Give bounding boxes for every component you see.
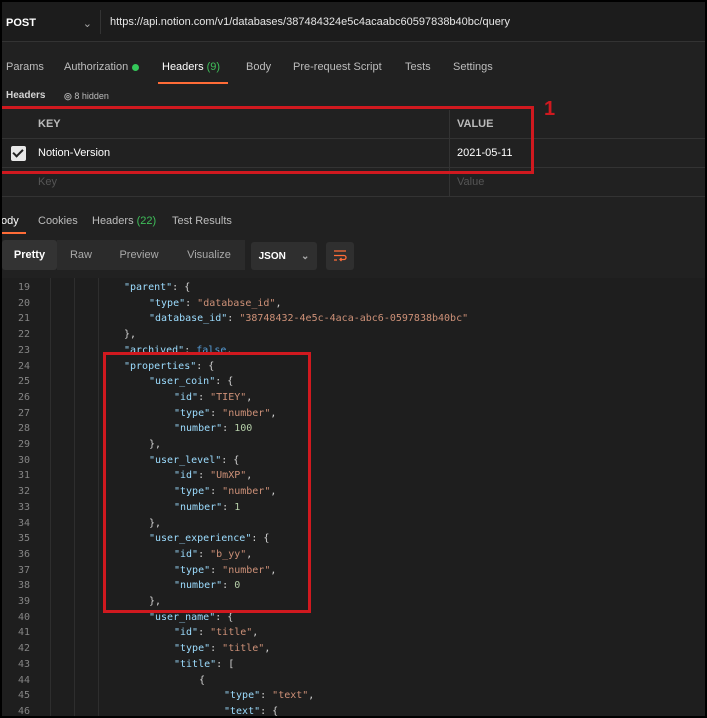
line-number: 28 — [17, 423, 30, 435]
line-number: 41 — [17, 627, 30, 639]
line-number: 19 — [17, 282, 30, 293]
headers-section-label: Headers — [6, 90, 46, 101]
line-number: 32 — [17, 486, 30, 498]
code-text: "type": "text", — [224, 690, 315, 702]
headers-subheader: Headers ◎ 8 hidden — [2, 88, 705, 106]
tab-response-headers[interactable]: Headers (22) — [92, 215, 156, 227]
code-text: "title": [ — [174, 658, 235, 670]
line-number: 40 — [17, 611, 30, 623]
wrap-lines-button[interactable] — [326, 242, 354, 270]
tab-settings[interactable]: Settings — [453, 61, 493, 73]
line-number: 23 — [17, 344, 30, 356]
line-number: 27 — [17, 407, 30, 419]
line-number: 45 — [17, 690, 30, 702]
annotation-box-headers — [2, 106, 534, 174]
line-number: 25 — [17, 376, 30, 388]
visualize-button[interactable]: Visualize — [173, 240, 245, 270]
pretty-button[interactable]: Pretty — [2, 240, 57, 270]
code-line: 40 "user_name": { — [2, 611, 705, 628]
tab-cookies[interactable]: Cookies — [38, 215, 78, 227]
tab-test-results[interactable]: Test Results — [172, 215, 232, 227]
line-number: 26 — [17, 391, 30, 403]
code-line: 41 "id": "title", — [2, 627, 705, 643]
status-dot-icon — [132, 63, 140, 71]
line-number: 37 — [17, 564, 30, 576]
method-label: POST — [6, 17, 36, 29]
code-text: }, — [124, 329, 137, 341]
request-bar: POST ⌄ https://api.notion.com/v1/databas… — [2, 2, 705, 42]
code-line: 44 { — [2, 674, 705, 691]
format-label: JSON — [258, 250, 286, 262]
code-line: 43 "title": [ — [2, 658, 705, 675]
line-number: 31 — [17, 470, 30, 482]
hidden-headers-toggle[interactable]: ◎ 8 hidden — [64, 91, 109, 102]
tab-pre-request-script[interactable]: Pre-request Script — [293, 61, 382, 73]
tab-headers[interactable]: Headers (9) — [162, 61, 220, 73]
tab-params[interactable]: Params — [6, 61, 44, 73]
request-tabs: Params Authorization Headers (9) Body Pr… — [2, 52, 705, 82]
chevron-down-icon: ⌄ — [82, 17, 92, 30]
code-line: 19 "parent": { — [2, 282, 705, 298]
code-text: "parent": { — [124, 282, 191, 293]
format-select[interactable]: JSON ⌄ — [251, 242, 317, 270]
code-text: "id": "title", — [174, 627, 259, 639]
code-line: 20 "type": "database_id", — [2, 297, 705, 314]
code-text: "database_id": "38748432-4e5c-4aca-abc6-… — [149, 313, 469, 325]
divider — [100, 10, 101, 34]
annotation-number: 1 — [544, 98, 556, 120]
code-text: "user_name": { — [149, 611, 234, 623]
tab-authorization[interactable]: Authorization — [64, 61, 140, 73]
code-text: "text": { — [224, 705, 279, 717]
code-line: 22}, — [2, 329, 705, 345]
line-number: 30 — [17, 454, 30, 466]
line-number: 34 — [17, 517, 30, 529]
code-text: { — [199, 674, 206, 686]
line-number: 21 — [17, 313, 30, 325]
code-line: 45 "type": "text", — [2, 690, 705, 706]
preview-button[interactable]: Preview — [105, 240, 173, 270]
chevron-down-icon: ⌄ — [301, 250, 310, 262]
response-tabs: ody Cookies Headers (22) Test Results — [2, 210, 705, 234]
code-line: 46 "text": { — [2, 705, 705, 717]
active-tab-indicator — [158, 82, 228, 84]
line-number: 38 — [17, 580, 30, 592]
line-number: 42 — [17, 643, 30, 655]
line-number: 29 — [17, 439, 30, 450]
line-number: 24 — [17, 360, 30, 372]
line-number: 36 — [17, 548, 30, 560]
postman-window: POST ⌄ https://api.notion.com/v1/databas… — [0, 0, 707, 718]
code-line: 21 "database_id": "38748432-4e5c-4aca-abc… — [2, 313, 705, 329]
line-number: 43 — [17, 658, 30, 670]
line-number: 22 — [17, 329, 30, 341]
raw-button[interactable]: Raw — [57, 240, 105, 270]
line-number: 44 — [17, 674, 30, 686]
view-toolbar: Pretty Raw Preview Visualize JSON ⌄ — [2, 240, 705, 272]
line-number: 46 — [17, 705, 30, 717]
tab-response-body[interactable]: ody — [2, 215, 19, 227]
line-number: 35 — [17, 533, 30, 545]
active-tab-indicator — [2, 232, 26, 234]
line-number: 20 — [17, 297, 30, 309]
annotation-box-properties — [103, 352, 311, 613]
code-text: "type": "database_id", — [149, 297, 282, 309]
code-text: "type": "title", — [174, 643, 271, 655]
line-number: 33 — [17, 501, 30, 513]
tab-tests[interactable]: Tests — [405, 61, 431, 73]
tab-body[interactable]: Body — [246, 61, 271, 73]
wrap-lines-icon — [334, 250, 347, 262]
url-input[interactable]: https://api.notion.com/v1/databases/3874… — [110, 16, 510, 28]
code-line: 42 "type": "title", — [2, 643, 705, 659]
line-number: 39 — [17, 596, 30, 607]
eye-icon: ◎ — [64, 91, 72, 101]
method-select[interactable]: POST ⌄ — [6, 12, 98, 34]
